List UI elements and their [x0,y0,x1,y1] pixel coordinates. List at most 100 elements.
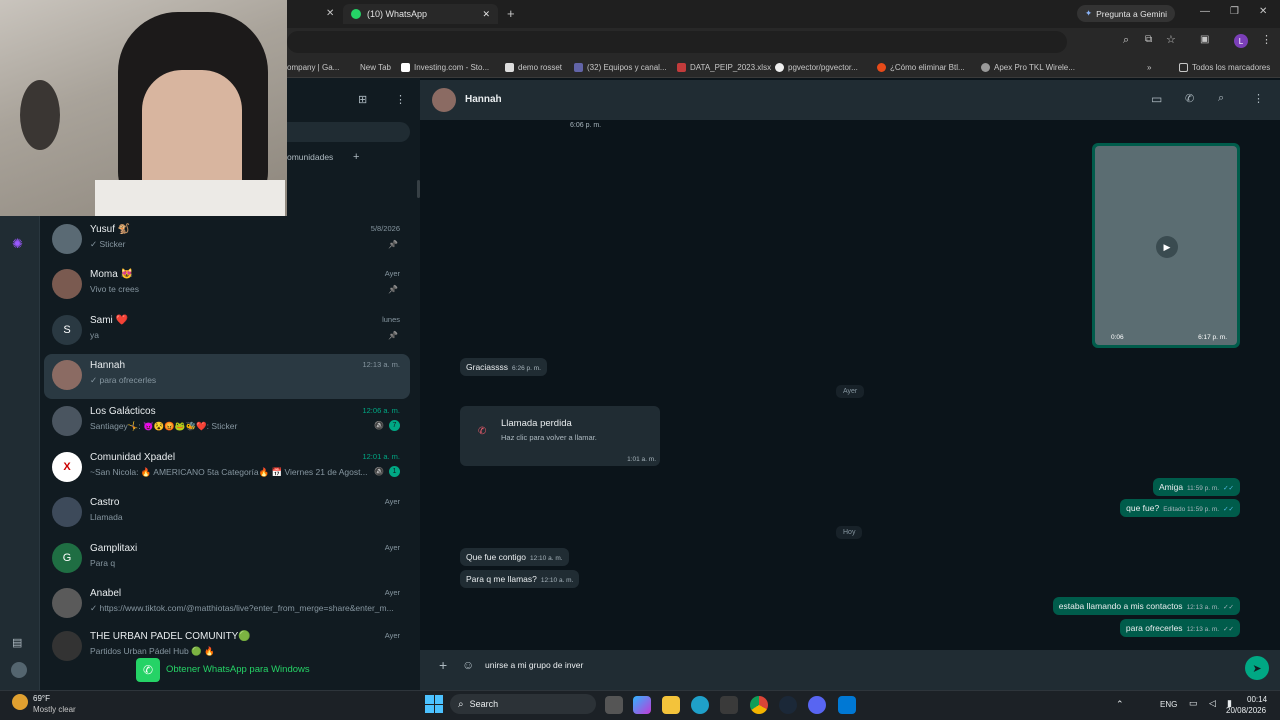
chat-list-item[interactable]: Moma 😻 Vivo te crees Ayer 📌 [44,263,410,308]
video-message[interactable]: ▶ 0:06 6:17 p. m. [1092,143,1240,348]
chat-time: lunes [382,315,400,324]
attach-icon[interactable]: + [439,657,447,673]
search-chat-icon[interactable]: ⌕ [1218,92,1224,105]
star-icon[interactable]: ☆ [1166,33,1176,46]
chat-preview: Santiagey🤸: 😈😵😡🐸🐝❤️: Sticker [90,421,238,431]
chat-list-item[interactable]: Castro Llamada Ayer [44,491,410,536]
maximize-button[interactable]: ❐ [1230,6,1239,17]
share-icon[interactable]: ⧉ [1145,34,1152,45]
chat-list-item[interactable]: S Sami ❤️ ya lunes 📌 [44,309,410,354]
tray-chevron-icon[interactable]: ⌃ [1116,699,1124,710]
meta-ai-icon[interactable]: ✺ [12,236,23,252]
new-chat-icon[interactable]: ⊞ [358,93,367,106]
start-button[interactable] [425,695,443,713]
tab-close-icon[interactable]: ✕ [326,8,334,19]
video-call-icon[interactable]: ▭ [1151,92,1162,106]
chat-avatar [52,497,82,527]
chat-time: Ayer [384,631,400,640]
bookmark-item[interactable]: pgvector/pgvector... [775,59,858,75]
chat-menu-icon[interactable]: ⋮ [1253,92,1264,105]
zoom-icon[interactable]: ⌕ [1123,34,1129,47]
bookmark-item[interactable]: DATA_PEIP_2023.xlsx [677,59,771,75]
outgoing-message[interactable]: para ofrecerles 12:13 a. m. ✓✓ [1119,619,1240,637]
menu-icon[interactable]: ⋮ [395,93,406,106]
investing-icon [401,62,410,72]
bookmark-item[interactable]: Apex Pro TKL Wirele... [981,59,1075,75]
store-icon[interactable] [720,696,738,714]
tab-close-icon[interactable]: ✕ [482,9,490,20]
chat-list-item[interactable]: Anabel ✓ https://www.tiktok.com/@matthiot… [44,582,410,627]
edge-icon[interactable] [691,696,709,714]
close-window-button[interactable]: ✕ [1259,6,1267,17]
search-input[interactable] [287,122,410,142]
all-bookmarks[interactable]: Todos los marcadores [1179,59,1270,75]
video-thumbnail[interactable]: ▶ 0:06 6:17 p. m. [1095,146,1237,345]
tab-whatsapp[interactable]: (10) WhatsApp ✕ [343,4,498,24]
chat-list-item[interactable]: Los Galácticos Santiagey🤸: 😈😵😡🐸🐝❤️: Stick… [44,400,410,445]
taskbar-search[interactable]: ⌕ Search [450,694,596,714]
user-avatar[interactable] [11,662,27,678]
add-filter-icon[interactable]: + [353,151,359,163]
message-input[interactable]: unirse a mi grupo de inver [485,660,583,670]
browser-menu-icon[interactable]: ⋮ [1261,33,1272,46]
task-view-icon[interactable] [605,696,623,714]
minimize-button[interactable]: — [1200,6,1210,17]
play-icon[interactable]: ▶ [1156,236,1178,258]
clock-time[interactable]: 00:14 [1247,695,1267,704]
outgoing-message[interactable]: Amiga 11:59 p. m. ✓✓ [1152,478,1240,496]
media-icon[interactable]: ▤ [12,636,22,649]
composer-bar [420,650,1280,690]
chat-avatar [52,406,82,436]
azure-data-icon[interactable] [838,696,856,714]
copilot-icon[interactable] [633,696,651,714]
file-explorer-icon[interactable] [662,696,680,714]
chat-list-item[interactable]: X Comunidad Xpadel ~San Nicola: 🔥 AMERICAN… [44,446,410,491]
language-indicator[interactable]: ENG [1160,700,1177,709]
incoming-message[interactable]: Que fue contigo 12:10 a. m. [460,548,569,566]
gemini-label: Pregunta a Gemini [1096,8,1167,19]
bookmarks-overflow-icon[interactable]: » [1147,59,1151,75]
chat-list-item[interactable]: Yusuf 🐒 ✓ Sticker 5/8/2026 📌 [44,218,410,263]
missed-call-card[interactable]: ✆ Llamada perdida Haz clic para volver a… [460,406,660,466]
address-bar[interactable] [287,31,1067,53]
message-time: 6:06 p. m. [570,122,602,129]
sent-ticks-icon: ✓✓ [1223,604,1234,611]
teams-icon [574,62,583,72]
contact-avatar[interactable] [432,88,456,112]
bookmark-item[interactable]: Investing.com - Sto... [401,59,489,75]
outgoing-message[interactable]: estaba llamando a mis contactos 12:13 a. … [1052,597,1240,615]
weather-desc: Mostly clear [33,705,76,714]
weather-icon[interactable] [12,694,28,710]
bookmark-item[interactable]: demo rosset [505,59,562,75]
bookmark-item[interactable]: ompany | Ga... [287,59,339,75]
clock-date[interactable]: 20/08/2026 [1226,706,1266,715]
bookmark-item[interactable]: (32) Equipos y canal... [574,59,667,75]
voice-call-icon[interactable]: ✆ [1185,92,1194,105]
volume-icon[interactable]: ◁ [1209,698,1216,709]
incoming-message[interactable]: Graciassss 6:26 p. m. [460,358,547,376]
chat-list-item[interactable]: Hannah ✓ para ofrecerles 12:13 a. m. [44,354,410,399]
pin-icon: 📌 [388,240,398,249]
profile-avatar[interactable]: L [1234,34,1248,48]
contact-name[interactable]: Hannah [465,94,502,105]
chrome-icon[interactable] [750,696,768,714]
emoji-icon[interactable]: ☺ [462,658,474,672]
pin-icon: 📌 [388,285,398,294]
extensions-icon[interactable]: ▣ [1200,34,1209,45]
bookmark-item[interactable]: New Tab [360,59,391,75]
incoming-message[interactable]: Para q me llamas? 12:10 a. m. [460,570,580,588]
discord-icon[interactable] [808,696,826,714]
chat-preview: Llamada [90,512,123,522]
send-button[interactable]: ➤ [1245,656,1269,680]
network-icon[interactable]: ▭ [1189,698,1198,709]
get-app-banner[interactable]: ✆ Obtener WhatsApp para Windows [136,657,310,682]
gemini-button[interactable]: ✦ Pregunta a Gemini [1077,5,1175,22]
chat-time: Ayer [384,269,400,278]
chat-list-item[interactable]: G Gamplitaxi Para q Ayer [44,537,410,582]
outgoing-message[interactable]: que fue? Editado 11:59 p. m. ✓✓ [1120,499,1240,517]
new-tab-icon[interactable]: + [507,6,515,21]
filter-communities[interactable]: omunidades [287,152,333,162]
steam-icon[interactable] [779,696,797,714]
bookmark-item[interactable]: ¿Cómo eliminar Btl... [877,59,965,75]
weather-temp[interactable]: 69°F [33,694,50,703]
